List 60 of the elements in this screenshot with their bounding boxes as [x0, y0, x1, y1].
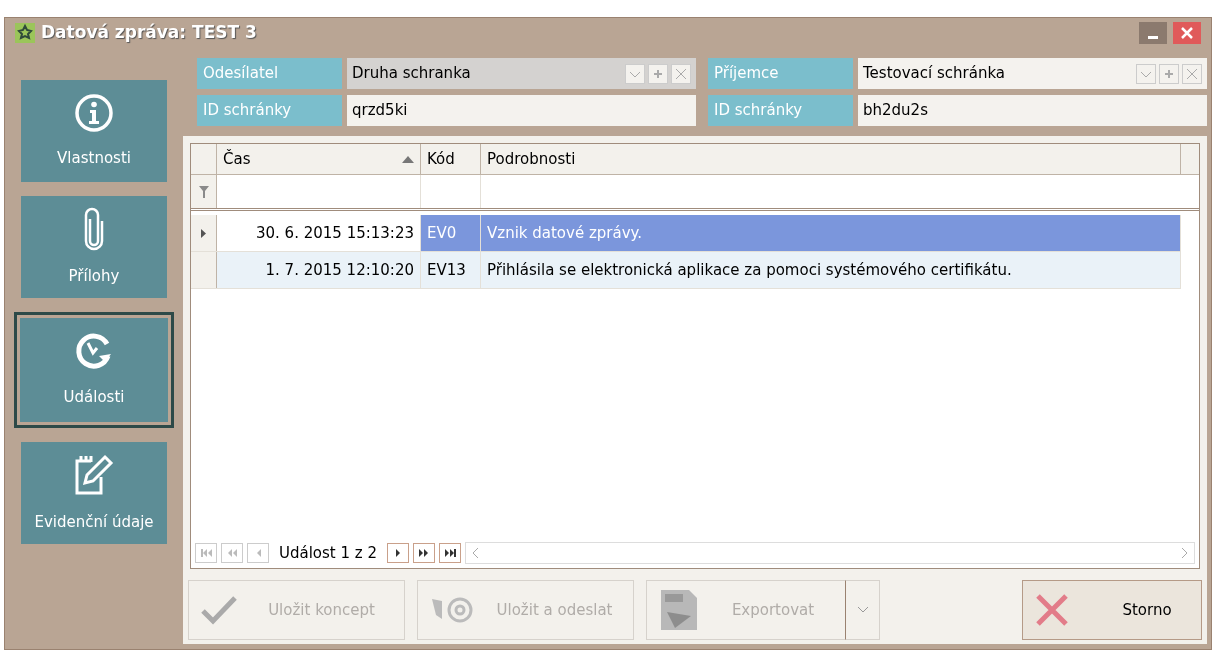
- last-page-button[interactable]: [439, 543, 461, 563]
- next-page-button[interactable]: [413, 543, 435, 563]
- nav-tab[interactable]: Evidenční údaje: [21, 442, 167, 544]
- previous-page-button[interactable]: [221, 543, 243, 563]
- rewind-icon: [227, 549, 237, 557]
- current-row-icon: [201, 228, 206, 238]
- text-field[interactable]: bh2du2s: [858, 95, 1207, 126]
- last-icon: [444, 549, 456, 557]
- left-icon: [255, 549, 261, 557]
- filter-icon[interactable]: [198, 185, 209, 198]
- field-label: Příjemce: [708, 58, 853, 89]
- right-icon: [395, 549, 401, 557]
- next-button[interactable]: [387, 543, 409, 563]
- clear-icon[interactable]: [1182, 63, 1202, 84]
- dropdown-icon[interactable]: [625, 63, 645, 84]
- add-icon[interactable]: [648, 63, 668, 84]
- document-icon: [659, 588, 699, 632]
- table-cell: Přihlásila se elektronická aplikace za pomoci systémového certifikátu.: [481, 252, 1181, 288]
- field-label: ID schránky: [708, 95, 853, 126]
- field-label: ID schránky: [197, 95, 342, 126]
- add-icon[interactable]: [1159, 63, 1179, 84]
- minimize-button[interactable]: [1139, 22, 1167, 44]
- table-cell: Vznik datové zprávy.: [481, 215, 1181, 251]
- fast-forward-icon: [419, 549, 429, 557]
- note-pencil-icon: [73, 452, 115, 497]
- row-selector[interactable]: [191, 215, 217, 251]
- combo-box[interactable]: Druha schranka: [347, 58, 696, 89]
- combo-box[interactable]: Testovací schránka: [858, 58, 1207, 89]
- previous-button[interactable]: [247, 543, 269, 563]
- info-icon: [74, 92, 114, 133]
- window-title: Datová zpráva: TEST 3: [41, 21, 257, 45]
- nav-tab[interactable]: Přílohy: [21, 196, 167, 298]
- nav-tab[interactable]: Události: [14, 312, 174, 428]
- table-cell: 1. 7. 2015 12:10:20: [217, 252, 421, 288]
- text-field[interactable]: qrzd5ki: [347, 95, 696, 126]
- dropdown-button[interactable]: [846, 580, 880, 640]
- action-button[interactable]: Storno: [1022, 580, 1202, 640]
- close-icon: [1180, 26, 1194, 40]
- sort-ascending-icon: [402, 155, 414, 163]
- app-icon: [15, 23, 35, 43]
- clear-icon[interactable]: [671, 63, 691, 84]
- close-x-icon: [1035, 593, 1069, 627]
- chevron-down-icon: [856, 606, 869, 614]
- table-cell: EV13: [421, 252, 481, 288]
- checkmark-icon: [201, 595, 237, 625]
- row-selector[interactable]: [191, 252, 217, 288]
- horizontal-scrollbar[interactable]: [465, 542, 1195, 564]
- column-header[interactable]: Podrobnosti: [481, 144, 1181, 174]
- paperclip-icon: [82, 206, 106, 251]
- first-page-button[interactable]: [195, 543, 217, 563]
- field-label: Odesílatel: [197, 58, 342, 89]
- dropdown-icon[interactable]: [1136, 63, 1156, 84]
- clock-icon: [74, 331, 114, 372]
- column-header[interactable]: Čas: [217, 144, 421, 174]
- table-cell: EV0: [421, 215, 481, 251]
- pager-label: Událost 1 z 2: [278, 542, 378, 564]
- first-icon: [200, 549, 212, 557]
- close-button[interactable]: [1173, 22, 1201, 44]
- nav-tab[interactable]: Vlastnosti: [21, 80, 167, 182]
- column-header[interactable]: Kód: [421, 144, 481, 174]
